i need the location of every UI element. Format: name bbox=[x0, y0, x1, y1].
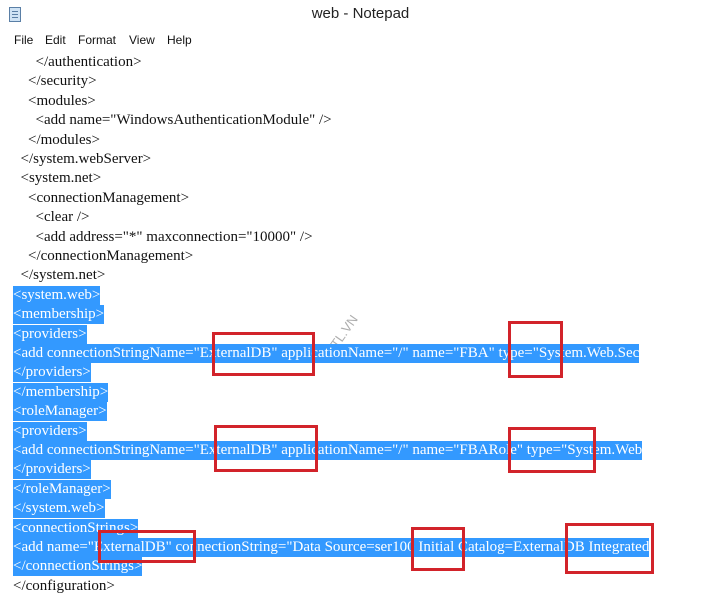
selected-text-line: <providers> bbox=[13, 324, 87, 344]
selected-text-line: </providers> bbox=[13, 460, 91, 480]
menu-view[interactable]: View bbox=[129, 33, 155, 47]
selected-text-line: </membership> bbox=[13, 382, 109, 402]
selected-text-line: <system.web> bbox=[13, 285, 101, 305]
line-text: <system.web> bbox=[13, 285, 101, 305]
line-text: <providers> bbox=[13, 324, 87, 344]
selected-text-line: <add name="ExternalDB" connectionString=… bbox=[13, 538, 650, 557]
title-bar[interactable]: web - Notepad bbox=[0, 0, 721, 32]
menu-bar: File Edit Format View Help bbox=[0, 31, 721, 50]
selected-text-line: <add connectionStringName="ExternalDB" a… bbox=[13, 441, 643, 460]
selected-text-line: </roleManager> bbox=[13, 479, 111, 499]
selected-text-line: <providers> bbox=[13, 421, 87, 441]
line-text: </providers> bbox=[13, 460, 91, 480]
line-text: <add name="ExternalDB" connectionString=… bbox=[13, 538, 650, 557]
selected-text-line: <membership> bbox=[13, 305, 105, 325]
line-text: <add address="*" maxconnection="10000" /… bbox=[13, 228, 313, 245]
line-text: </configuration> bbox=[13, 577, 115, 594]
line-text: <membership> bbox=[13, 305, 105, 325]
selected-text-line: </connectionStrings> bbox=[13, 557, 143, 577]
menu-edit[interactable]: Edit bbox=[45, 33, 66, 47]
text-line: </configuration> bbox=[13, 577, 115, 596]
text-line: <connectionManagement> bbox=[13, 189, 189, 208]
line-text: <add connectionStringName="ExternalDB" a… bbox=[13, 441, 643, 460]
selected-text-line: <add connectionStringName="ExternalDB" a… bbox=[13, 344, 640, 363]
line-text: <system.net> bbox=[13, 170, 102, 187]
line-text: <clear /> bbox=[13, 209, 90, 226]
line-text: <connectionManagement> bbox=[13, 189, 190, 206]
text-line: <add name="WindowsAuthenticationModule" … bbox=[13, 111, 332, 130]
text-line: <modules> bbox=[13, 92, 96, 111]
selected-text-line: </system.web> bbox=[13, 499, 105, 519]
text-line: </system.webServer> bbox=[13, 150, 152, 169]
line-text: </system.webServer> bbox=[13, 151, 152, 167]
line-text: </authentication> bbox=[13, 54, 142, 70]
text-line: <clear /> bbox=[13, 208, 90, 227]
line-text: </roleManager> bbox=[13, 479, 111, 499]
menu-file[interactable]: File bbox=[14, 33, 33, 47]
line-text: <providers> bbox=[13, 421, 87, 441]
line-text: <add connectionStringName="ExternalDB" a… bbox=[13, 344, 640, 363]
line-text: <modules> bbox=[13, 92, 96, 109]
text-line: </system.net> bbox=[13, 266, 106, 285]
text-line: </authentication> bbox=[13, 53, 142, 72]
text-line: </connectionManagement> bbox=[13, 247, 193, 266]
line-text: </system.web> bbox=[13, 499, 105, 519]
text-line: </modules> bbox=[13, 131, 100, 150]
line-text: <connectionStrings> bbox=[13, 518, 139, 538]
line-text: <add name="WindowsAuthenticationModule" … bbox=[13, 112, 332, 129]
line-text: </system.net> bbox=[13, 267, 106, 284]
line-text: </modules> bbox=[13, 131, 100, 148]
menu-format[interactable]: Format bbox=[78, 33, 116, 47]
line-text: </connectionManagement> bbox=[13, 248, 194, 264]
text-editor[interactable]: CTL.VN </authentication> </security> <mo… bbox=[0, 50, 721, 613]
text-line: <system.net> bbox=[13, 169, 102, 188]
selected-text-line: <connectionStrings> bbox=[13, 518, 139, 538]
menu-help[interactable]: Help bbox=[167, 33, 192, 47]
line-text: </providers> bbox=[13, 363, 91, 383]
line-text: </connectionStrings> bbox=[13, 557, 143, 577]
selected-text-line: </providers> bbox=[13, 363, 91, 383]
text-line: <add address="*" maxconnection="10000" /… bbox=[13, 228, 313, 247]
line-text: </membership> bbox=[13, 382, 109, 402]
selected-text-line: <roleManager> bbox=[13, 402, 107, 422]
line-text: </security> bbox=[13, 73, 97, 90]
text-line: </security> bbox=[13, 72, 97, 91]
window-title: web - Notepad bbox=[311, 5, 410, 22]
line-text: <roleManager> bbox=[13, 402, 107, 422]
